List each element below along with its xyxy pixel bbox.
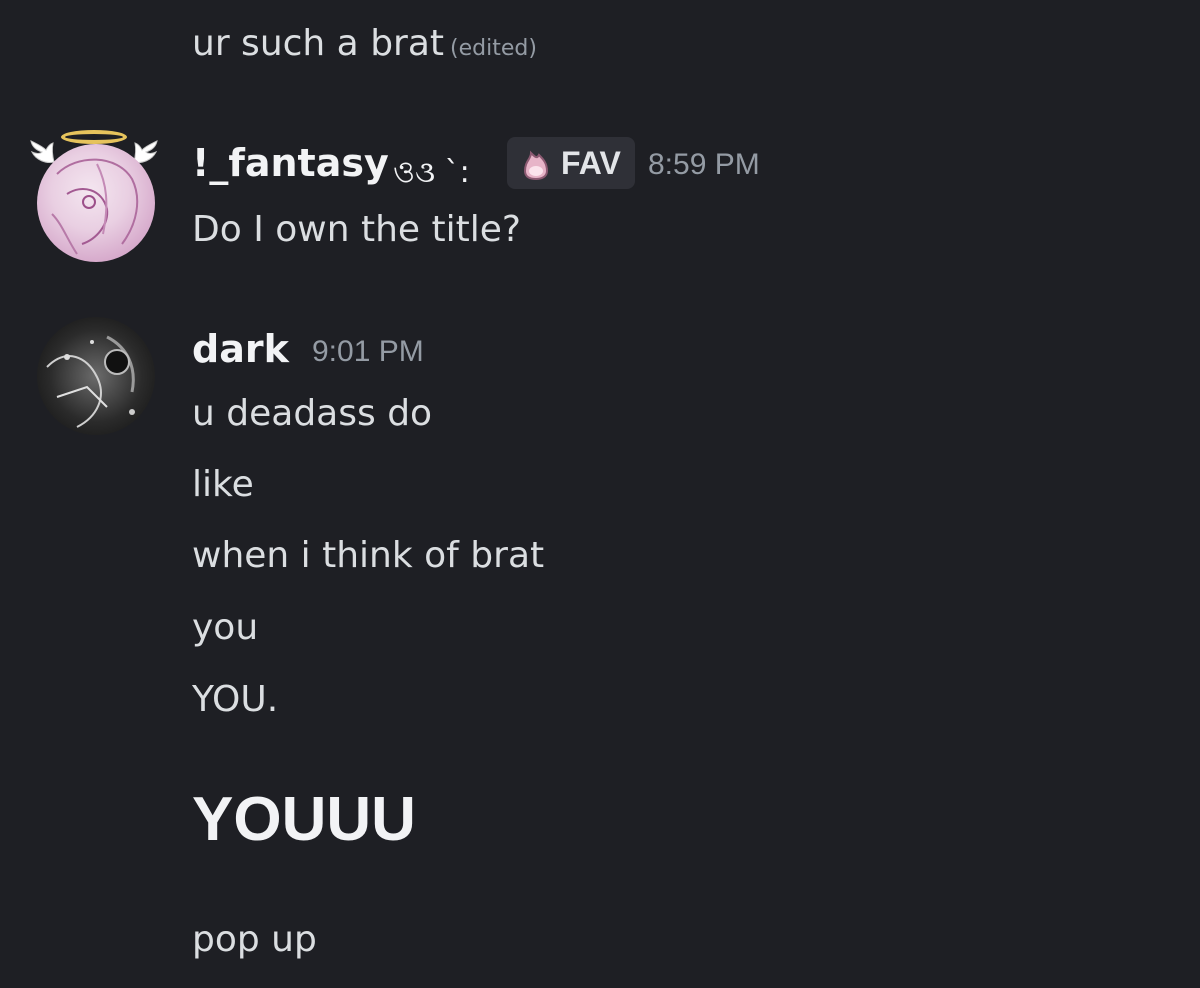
username[interactable]: !_fantasy xyxy=(192,141,389,185)
message-text: Do I own the title? xyxy=(192,209,521,250)
avatar[interactable] xyxy=(37,144,155,262)
message-text: when i think of brat xyxy=(192,535,545,576)
server-tag-badge[interactable]: FAV xyxy=(507,137,635,189)
message-text: YOU. xyxy=(192,679,279,720)
message-text: like xyxy=(192,464,254,505)
message-text: pop up xyxy=(192,919,317,960)
message-line: ur such a brat (edited) xyxy=(192,22,537,65)
halo-icon xyxy=(61,130,127,144)
message-text: you xyxy=(192,607,259,648)
message-text: u deadass do xyxy=(192,393,433,434)
tag-label: FAV xyxy=(561,145,621,181)
pink-flame-icon xyxy=(523,150,549,181)
avatar-art xyxy=(46,335,135,428)
username[interactable]: dark xyxy=(192,327,289,371)
timestamp: 8:59 PM xyxy=(648,148,760,181)
message-heading: YOUUU xyxy=(192,785,416,854)
edited-label: (edited) xyxy=(450,36,537,61)
username-decoration: ও૩ `: xyxy=(393,155,470,190)
avatar-art xyxy=(51,158,139,255)
avatar[interactable] xyxy=(37,317,155,435)
timestamp: 9:01 PM xyxy=(312,335,424,368)
message-text: ur such a brat xyxy=(192,23,445,64)
